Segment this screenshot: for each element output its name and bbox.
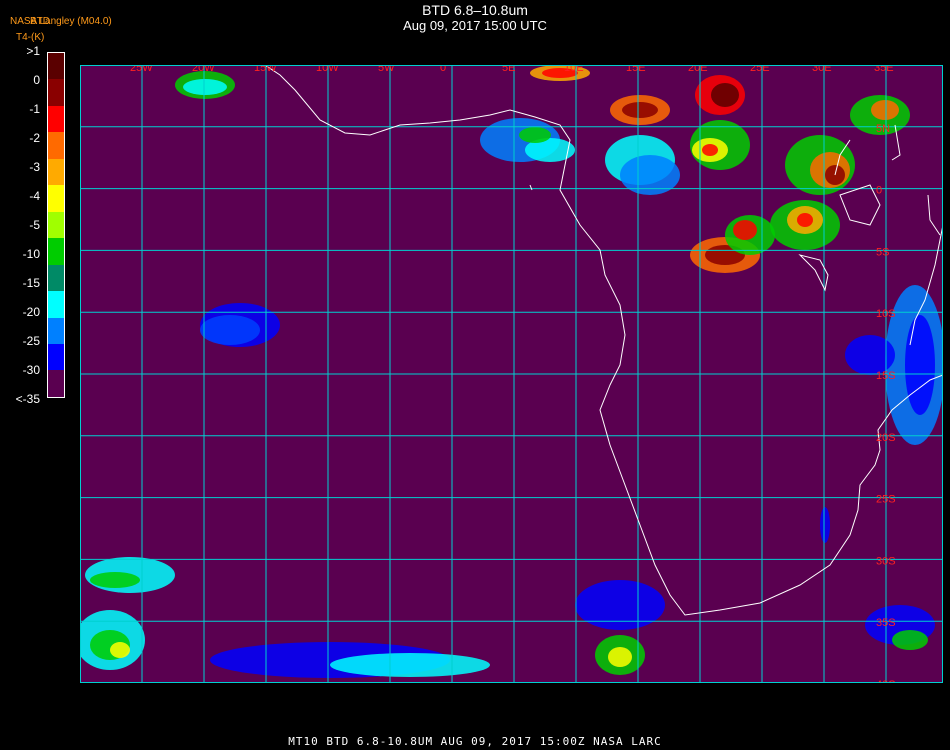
latitude-label: 15S <box>876 370 896 382</box>
latitude-label: 20S <box>876 432 896 444</box>
legend-swatch <box>48 79 64 106</box>
map-title: BTD 6.8–10.8um <box>422 2 528 18</box>
map-timestamp: Aug 09, 2017 15:00 UTC <box>403 18 547 33</box>
cloud-blob <box>200 315 260 345</box>
legend-label: <-35 <box>15 392 40 406</box>
longitude-label: 10E <box>564 65 584 74</box>
legend-label: -3 <box>29 160 40 174</box>
cloud-blob <box>711 83 739 107</box>
longitude-label: 20W <box>192 65 215 74</box>
legend-label: >1 <box>26 44 40 58</box>
longitude-label: 15W <box>254 65 277 74</box>
cloud-blob <box>892 630 928 650</box>
credit-label: NASA Langley (M04.0) <box>10 16 112 27</box>
color-legend <box>47 52 65 398</box>
legend-label: -30 <box>22 363 40 377</box>
legend-swatch <box>48 211 64 239</box>
legend-swatch <box>48 291 64 318</box>
cloud-blob <box>519 127 551 143</box>
latitude-label: 30S <box>876 555 896 567</box>
legend-swatch <box>48 105 64 133</box>
legend-label: 0 <box>33 73 40 87</box>
latitude-label: 5S <box>876 246 889 258</box>
longitude-label: 5W <box>378 65 395 74</box>
legend-swatch <box>48 185 64 212</box>
legend-swatch <box>48 317 64 344</box>
legend-title: BTD <box>30 16 50 27</box>
legend-units: T4-(K) <box>16 32 45 43</box>
cloud-blob <box>871 100 899 120</box>
legend-swatch <box>48 343 64 371</box>
legend-label: -2 <box>29 131 40 145</box>
legend-label: -15 <box>22 276 40 290</box>
longitude-label: 10W <box>316 65 339 74</box>
longitude-label: 25E <box>750 65 770 74</box>
latitude-label: 35S <box>876 617 896 629</box>
longitude-label: 35E <box>874 65 894 74</box>
cloud-blob <box>905 315 935 415</box>
longitude-label: 5E <box>502 65 515 74</box>
cloud-blob <box>608 647 632 667</box>
legend-swatch <box>48 264 64 292</box>
longitude-label: 20E <box>688 65 708 74</box>
latitude-label: 10S <box>876 308 896 320</box>
legend-label: -1 <box>29 102 40 116</box>
legend-label: -4 <box>29 189 40 203</box>
cloud-blob <box>702 144 718 156</box>
cloud-blob <box>330 653 490 677</box>
legend-swatch <box>48 132 64 159</box>
cloud-blob <box>733 220 757 240</box>
legend-label: -25 <box>22 334 40 348</box>
footer-caption: MT10 BTD 6.8-10.8UM AUG 09, 2017 15:00Z … <box>288 735 662 748</box>
cloud-blob <box>820 507 830 543</box>
legend-swatch <box>48 158 64 186</box>
satellite-map: 25W 20W 15W 10W 5W 0 5E 10E 15E 20E 25E 30E 35E 5N 0 5S… <box>80 65 943 683</box>
latitude-label: 5N <box>876 123 890 135</box>
cloud-blob <box>575 580 665 630</box>
cloud-blob <box>90 572 140 588</box>
legend-swatch <box>48 238 64 265</box>
longitude-label: 30E <box>812 65 832 74</box>
longitude-label: 15E <box>626 65 646 74</box>
legend-label: -5 <box>29 218 40 232</box>
legend-swatch <box>48 53 64 80</box>
legend-label: -20 <box>22 305 40 319</box>
cloud-blob <box>845 335 895 375</box>
cloud-blob <box>797 213 813 227</box>
legend-swatch <box>48 370 64 397</box>
cloud-blob <box>110 642 130 658</box>
latitude-label: 0 <box>876 185 882 197</box>
longitude-label: 25W <box>130 65 153 74</box>
cloud-blob <box>622 102 658 118</box>
longitude-label: 0 <box>440 65 446 74</box>
cloud-blob <box>183 79 227 95</box>
latitude-label: 25S <box>876 494 896 506</box>
legend-label: -10 <box>22 247 40 261</box>
